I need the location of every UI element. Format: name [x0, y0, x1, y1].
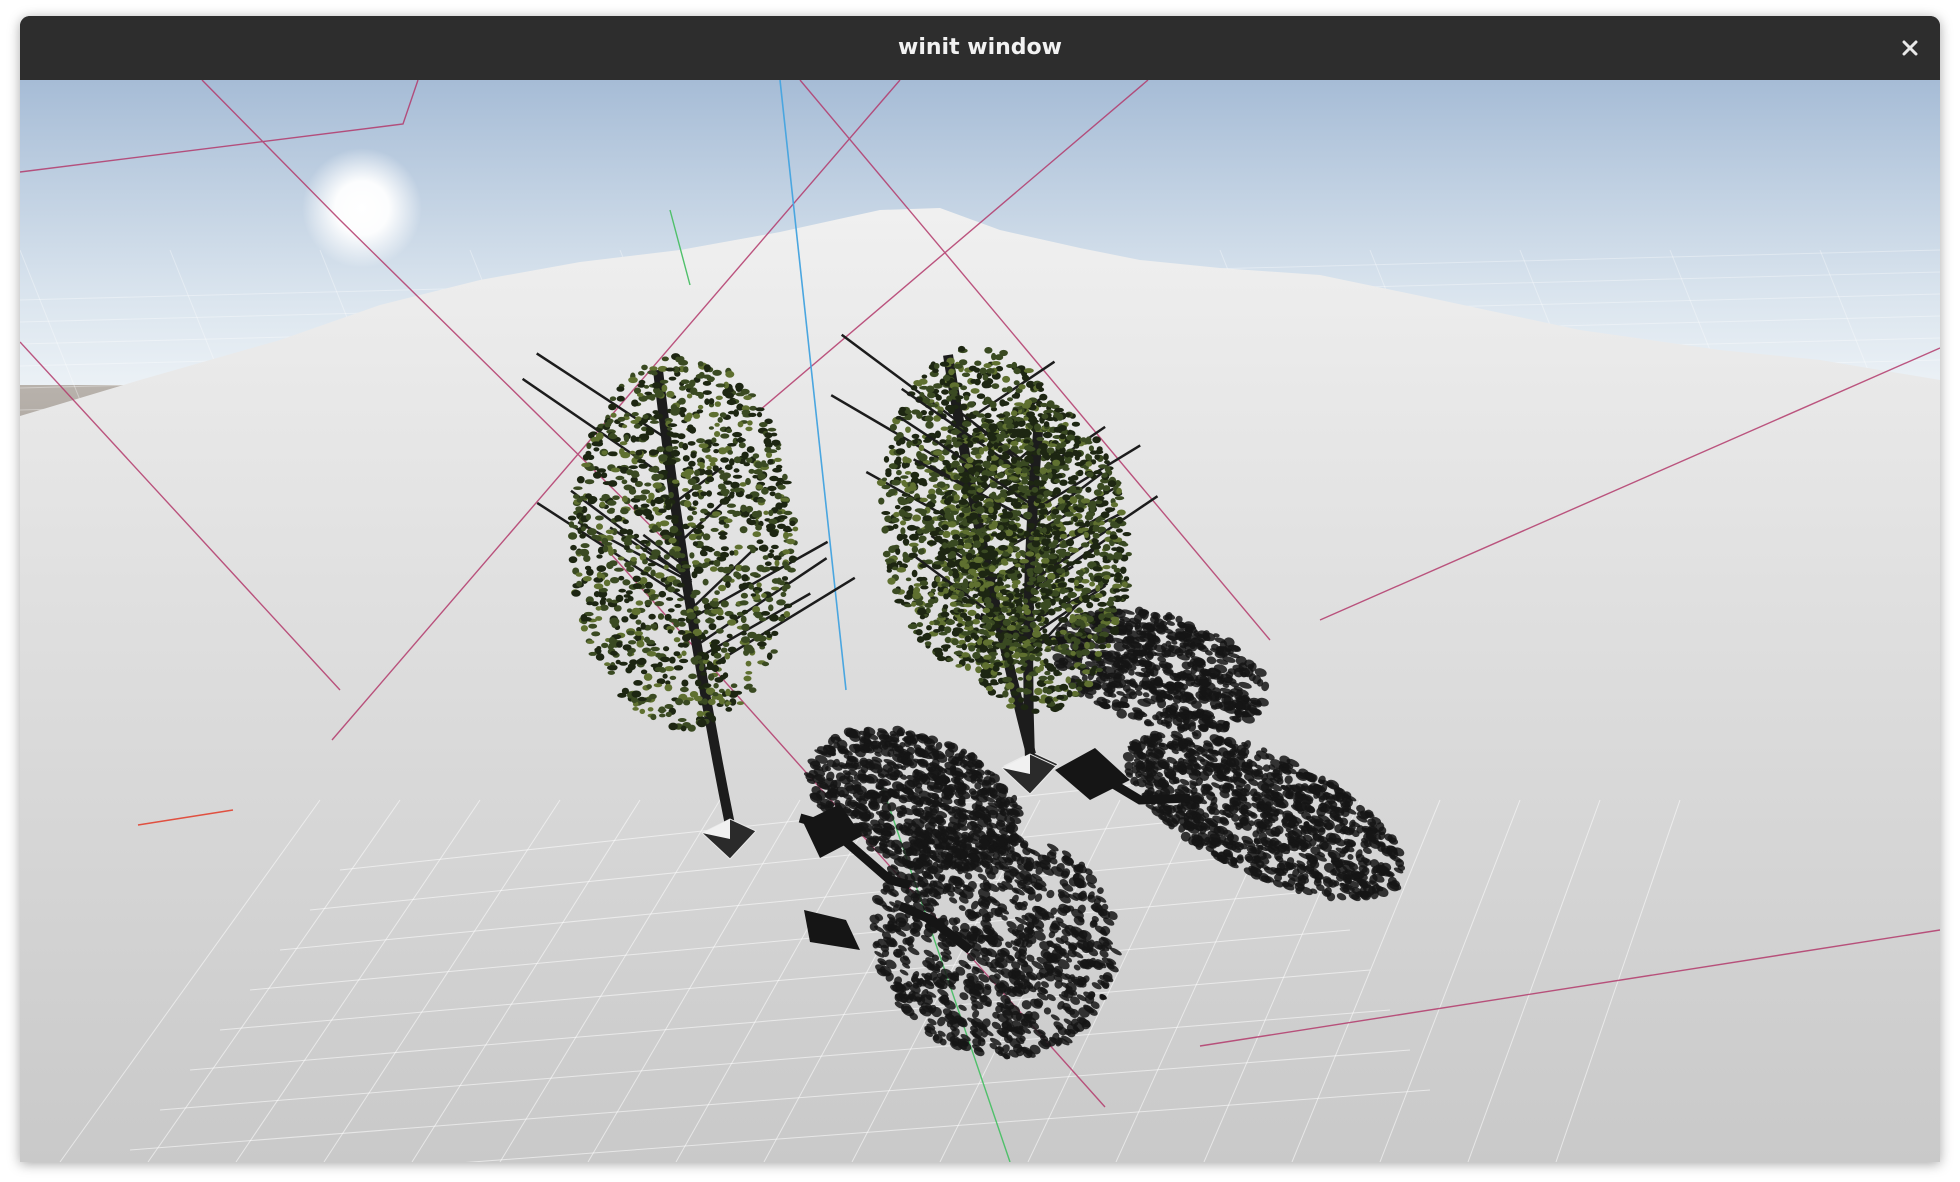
- window-title: winit window: [898, 35, 1062, 60]
- title-bar[interactable]: winit window: [20, 16, 1940, 81]
- close-button[interactable]: [1892, 30, 1928, 66]
- terrain: [20, 208, 1940, 1162]
- render-viewport[interactable]: [20, 80, 1940, 1162]
- close-icon: [1902, 40, 1918, 56]
- sun: [302, 148, 422, 268]
- app-window: winit window: [20, 16, 1940, 1162]
- scene-canvas: [20, 80, 1940, 1162]
